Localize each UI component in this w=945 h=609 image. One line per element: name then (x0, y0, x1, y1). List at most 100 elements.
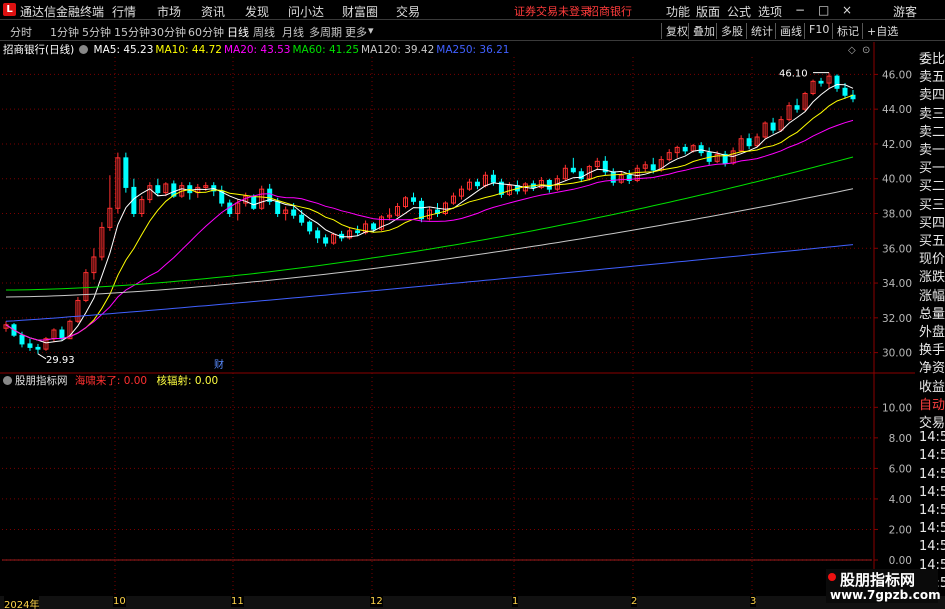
ma-legend-item: MA10: 44.72 (155, 44, 222, 56)
side-panel-item[interactable]: 卖一 (919, 139, 945, 158)
overlay-button[interactable]: 叠加 (688, 23, 715, 39)
time-axis: 2024年 10 11 12 1 2 3 (0, 596, 945, 609)
side-panel-item[interactable]: 买三 (919, 194, 945, 213)
menu-bar: L 通达信金融终端 行情 市场 资讯 发现 问小达 财富圈 交易 证券交易未登录… (0, 0, 945, 20)
period-toolbar: 分时 1分钟 5分钟 15分钟 30分钟 60分钟 日线 周线 月线 多周期 更… (0, 21, 945, 41)
minimize-icon[interactable]: − (795, 3, 805, 17)
watermark: 股朋指标网 www.7gpzb.com (826, 569, 941, 603)
menu-item-function[interactable]: 功能 (666, 3, 690, 20)
menu-item-market[interactable]: 行情 (112, 3, 136, 20)
side-panel-item[interactable]: 买四 (919, 212, 945, 231)
ma-legend-item: MA250: 36.21 (436, 44, 510, 56)
candle-body (818, 80, 824, 84)
candle-body (299, 214, 305, 223)
more-dropdown-icon[interactable]: ▾ (368, 24, 374, 37)
indicator-tick-label: 10.00 (882, 402, 912, 414)
side-panel-item[interactable]: 自动 (919, 394, 945, 413)
login-warning[interactable]: 证券交易未登录 (514, 3, 591, 19)
candle-body (698, 145, 704, 154)
side-panel-item[interactable]: 总量 (919, 303, 945, 322)
tab-weekly[interactable]: 周线 (253, 24, 275, 40)
side-panel-item[interactable]: 现价 (919, 248, 945, 267)
side-panel-item[interactable]: 14:56 (919, 430, 945, 445)
indicator-tick-label: 6.00 (889, 463, 912, 475)
stock-link[interactable]: 招商银行 (588, 3, 632, 19)
f10-button[interactable]: F10 (804, 23, 829, 39)
chart-area[interactable]: 30.00 32.00 34.00 36.00 38.00 40.00 42.00 44.00… (0, 42, 915, 603)
menu-item-news[interactable]: 资讯 (201, 3, 225, 20)
indicator-name[interactable]: 股朋指标网 (15, 375, 68, 387)
adjust-button[interactable]: 复权 (661, 23, 688, 39)
price-tick-label: 36.00 (882, 243, 912, 255)
candle-body (682, 146, 688, 152)
side-panel-item[interactable]: 收益 (919, 376, 945, 395)
ma60-line (6, 156, 854, 291)
menu-item-discover[interactable]: 发现 (245, 3, 269, 20)
tab-monthly[interactable]: 月线 (282, 24, 304, 40)
side-panel-item[interactable]: 14:56 (919, 448, 945, 463)
side-panel-item[interactable]: 卖三 (919, 103, 945, 122)
menu-item-markets[interactable]: 市场 (157, 3, 181, 20)
ma20-line (5, 119, 854, 341)
candle-body (842, 87, 848, 96)
candle-body (650, 164, 656, 171)
side-panel-item[interactable]: 外盘 (919, 321, 945, 340)
indicator-b-label: 核辐射: 0.00 (156, 375, 219, 387)
price-tick-label: 46.00 (882, 69, 912, 81)
candle-body (770, 122, 776, 131)
side-panel-item[interactable]: 卖二 (919, 121, 945, 140)
side-panel-item[interactable]: 14:56 (919, 503, 945, 518)
tab-60min[interactable]: 60分钟 (188, 24, 224, 40)
menu-item-ask[interactable]: 问小达 (288, 3, 324, 20)
mark-button[interactable]: 标记 (832, 23, 859, 39)
side-panel-item[interactable]: 买五 (919, 230, 945, 249)
side-panel-item[interactable]: 14:56 (919, 539, 945, 554)
restore-icon[interactable]: □ (818, 3, 829, 17)
tab-15min[interactable]: 15分钟 (114, 24, 150, 40)
menu-item-formula[interactable]: 公式 (727, 3, 751, 20)
indicator-settings-icon[interactable] (3, 376, 12, 385)
tab-more[interactable]: 更多 (345, 24, 367, 40)
indicator-legend: 股朋指标网 海啸来了: 0.00 核辐射: 0.00 (0, 373, 218, 388)
menu-item-trade[interactable]: 交易 (396, 3, 420, 20)
side-panel-item[interactable]: 交易 (919, 412, 945, 431)
menu-item-wealth[interactable]: 财富圈 (342, 3, 378, 20)
side-panel-item[interactable]: 卖五 (919, 66, 945, 85)
candle-body (419, 200, 425, 220)
side-panel-item[interactable]: 净资 (919, 357, 945, 376)
menu-item-layout[interactable]: 版面 (696, 3, 720, 20)
side-panel-item[interactable]: 换手 (919, 339, 945, 358)
tab-timeshare[interactable]: 分时 (10, 24, 32, 40)
close-icon[interactable]: × (842, 3, 852, 17)
side-panel-item[interactable]: 14:56 (919, 485, 945, 500)
tab-5min[interactable]: 5分钟 (82, 24, 111, 40)
stats-button[interactable]: 统计 (746, 23, 773, 39)
side-panel-item[interactable]: 买一 (919, 157, 945, 176)
side-panel-item[interactable]: 委比 (919, 48, 945, 67)
menu-item-options[interactable]: 选项 (758, 3, 782, 20)
side-panel-item[interactable]: 涨幅 (919, 285, 945, 304)
kline-chart[interactable]: 30.00 32.00 34.00 36.00 38.00 40.00 42.00 44.00… (0, 42, 915, 603)
ma-legend-item: MA60: 41.25 (292, 44, 360, 56)
candle-body (19, 334, 25, 345)
side-panel-item[interactable]: 涨跌 (919, 266, 945, 285)
draw-button[interactable]: 画线 (775, 23, 802, 39)
tab-multi-period[interactable]: 多周期 (309, 24, 342, 40)
side-panel-item[interactable]: 14:56 (919, 467, 945, 482)
tab-30min[interactable]: 30分钟 (150, 24, 186, 40)
candle-body (123, 157, 129, 188)
candle-body (323, 237, 329, 244)
side-panel-item[interactable]: 买二 (919, 175, 945, 194)
user-label[interactable]: 游客 (893, 3, 917, 20)
settings-circle-icon[interactable] (79, 45, 89, 54)
side-panel-item[interactable]: 14:56 (919, 521, 945, 536)
indicator-a-label: 海啸来了: 0.00 (74, 375, 148, 387)
app-title: 通达信金融终端 (20, 5, 105, 19)
add-watchlist-button[interactable]: +自选 (862, 23, 898, 39)
indicator-tick-label: 0.00 (889, 555, 912, 567)
side-panel-item[interactable]: 卖四 (919, 84, 945, 103)
tab-daily[interactable]: 日线 (227, 24, 249, 40)
tab-1min[interactable]: 1分钟 (50, 24, 79, 40)
candle-body (411, 197, 417, 202)
multi-stock-button[interactable]: 多股 (716, 23, 743, 39)
